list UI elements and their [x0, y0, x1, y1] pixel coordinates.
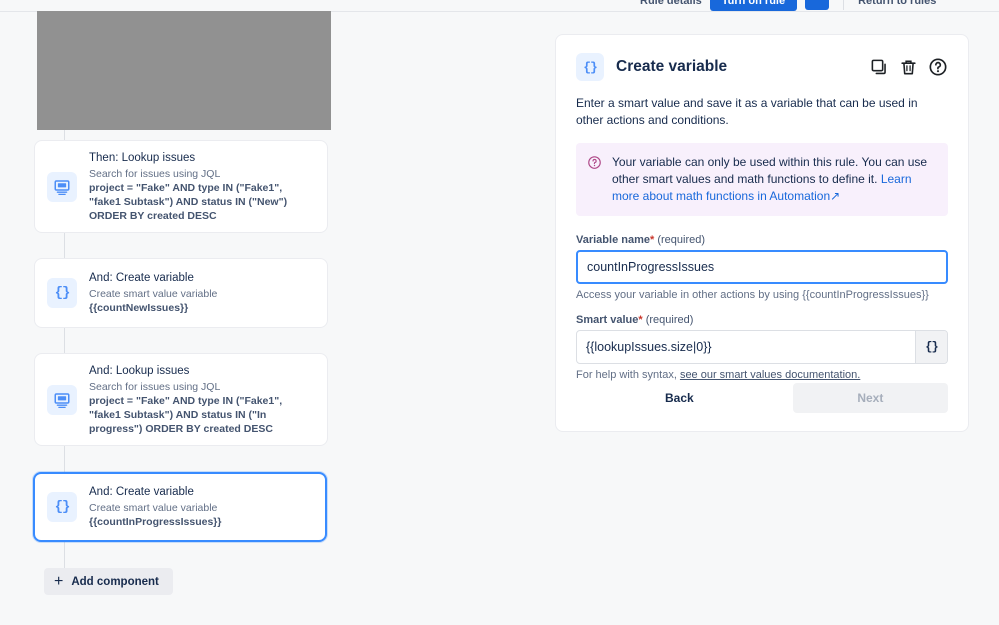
return-to-rules-link[interactable]: Return to rules	[858, 0, 936, 7]
rule-card-code: {{countInProgressIssues}}	[89, 516, 222, 528]
connector-line	[64, 232, 65, 258]
curly-braces-icon: {}	[576, 53, 604, 81]
smart-value-help-prefix: For help with syntax,	[576, 369, 680, 381]
connector-line	[64, 446, 65, 472]
add-component-label: Add component	[71, 575, 159, 588]
rule-card-subtitle: Create smart value variable	[89, 502, 218, 514]
back-button[interactable]: Back	[651, 384, 708, 412]
rule-card-subtitle: Create smart value variable	[89, 288, 218, 300]
rule-card-code: {{countNewIssues}}	[89, 302, 189, 314]
variable-name-input[interactable]	[576, 250, 948, 284]
required-asterisk: *	[650, 234, 655, 246]
rule-card-create-variable-1[interactable]: {} And: Create variable Create smart val…	[34, 258, 328, 328]
panel-actions	[870, 57, 948, 77]
delete-icon[interactable]	[899, 58, 918, 77]
info-banner-text: Your variable can only be used within th…	[612, 154, 936, 205]
panel-description: Enter a smart value and save it as a var…	[576, 96, 918, 127]
panel-footer: Back Next	[576, 383, 948, 413]
question-circle-icon	[587, 155, 602, 205]
turn-on-rule-dropdown-button[interactable]	[805, 0, 830, 10]
rule-card-subtitle: Search for issues using JQL	[89, 167, 221, 180]
monitor-search-icon	[47, 171, 77, 202]
rule-card-title: And: Create variable	[89, 272, 194, 284]
variable-name-label: Variable name* (required)	[576, 234, 948, 246]
rule-card-subtitle: Search for issues using JQL	[89, 380, 221, 393]
smart-value-label-text: Smart value	[576, 314, 639, 326]
curly-braces-icon: {}	[47, 492, 77, 522]
plus-icon: +	[54, 572, 64, 590]
smart-value-help: For help with syntax, see our smart valu…	[576, 369, 948, 381]
required-text: (required)	[645, 314, 694, 326]
variable-name-help: Access your variable in other actions by…	[576, 289, 929, 301]
connector-line	[64, 130, 65, 140]
rule-chain: Then: Lookup issues Search for issues us…	[0, 0, 360, 625]
rule-card-create-variable-2-selected[interactable]: {} And: Create variable Create smart val…	[33, 472, 327, 542]
rule-card-lookup-issues-2[interactable]: And: Lookup issues Search for issues usi…	[34, 353, 328, 446]
variable-name-label-text: Variable name	[576, 234, 650, 246]
next-button: Next	[792, 383, 948, 413]
connector-line	[64, 327, 65, 353]
help-icon[interactable]	[928, 57, 948, 77]
smart-value-input[interactable]	[577, 331, 915, 363]
required-text: (required)	[657, 234, 706, 246]
smart-values-documentation-link[interactable]: see our smart values documentation.	[680, 369, 860, 381]
rule-card-title: And: Lookup issues	[89, 364, 190, 377]
toolbar-divider	[843, 0, 845, 10]
monitor-search-icon	[47, 384, 77, 415]
rule-details-link[interactable]: Rule details	[640, 0, 702, 7]
info-banner: Your variable can only be used within th…	[576, 143, 948, 216]
duplicate-icon[interactable]	[870, 58, 889, 77]
rule-card-code: project = "Fake" AND type IN ("Fake1", "…	[89, 394, 283, 435]
create-variable-panel: {} Create variable Enter a smart value a…	[555, 34, 969, 432]
panel-header: {} Create variable	[576, 53, 948, 81]
add-component-button[interactable]: + Add component	[44, 568, 173, 595]
panel-title: Create variable	[616, 58, 728, 75]
rule-card-title: And: Create variable	[89, 486, 194, 498]
external-link-arrow-icon: ↗	[830, 189, 841, 203]
rule-card-lookup-issues-1[interactable]: Then: Lookup issues Search for issues us…	[34, 140, 328, 233]
redacted-trigger-block	[37, 11, 331, 130]
rule-card-title: Then: Lookup issues	[89, 151, 196, 164]
connector-line	[64, 541, 65, 568]
smart-value-field: {}	[576, 330, 948, 364]
insert-smart-value-button[interactable]: {}	[915, 331, 947, 363]
rule-card-code: project = "Fake" AND type IN ("Fake1", "…	[89, 181, 288, 222]
turn-on-rule-button[interactable]: Turn on rule	[709, 0, 798, 11]
smart-value-label: Smart value* (required)	[576, 314, 948, 326]
required-asterisk: *	[638, 314, 643, 326]
curly-braces-icon: {}	[47, 278, 77, 308]
